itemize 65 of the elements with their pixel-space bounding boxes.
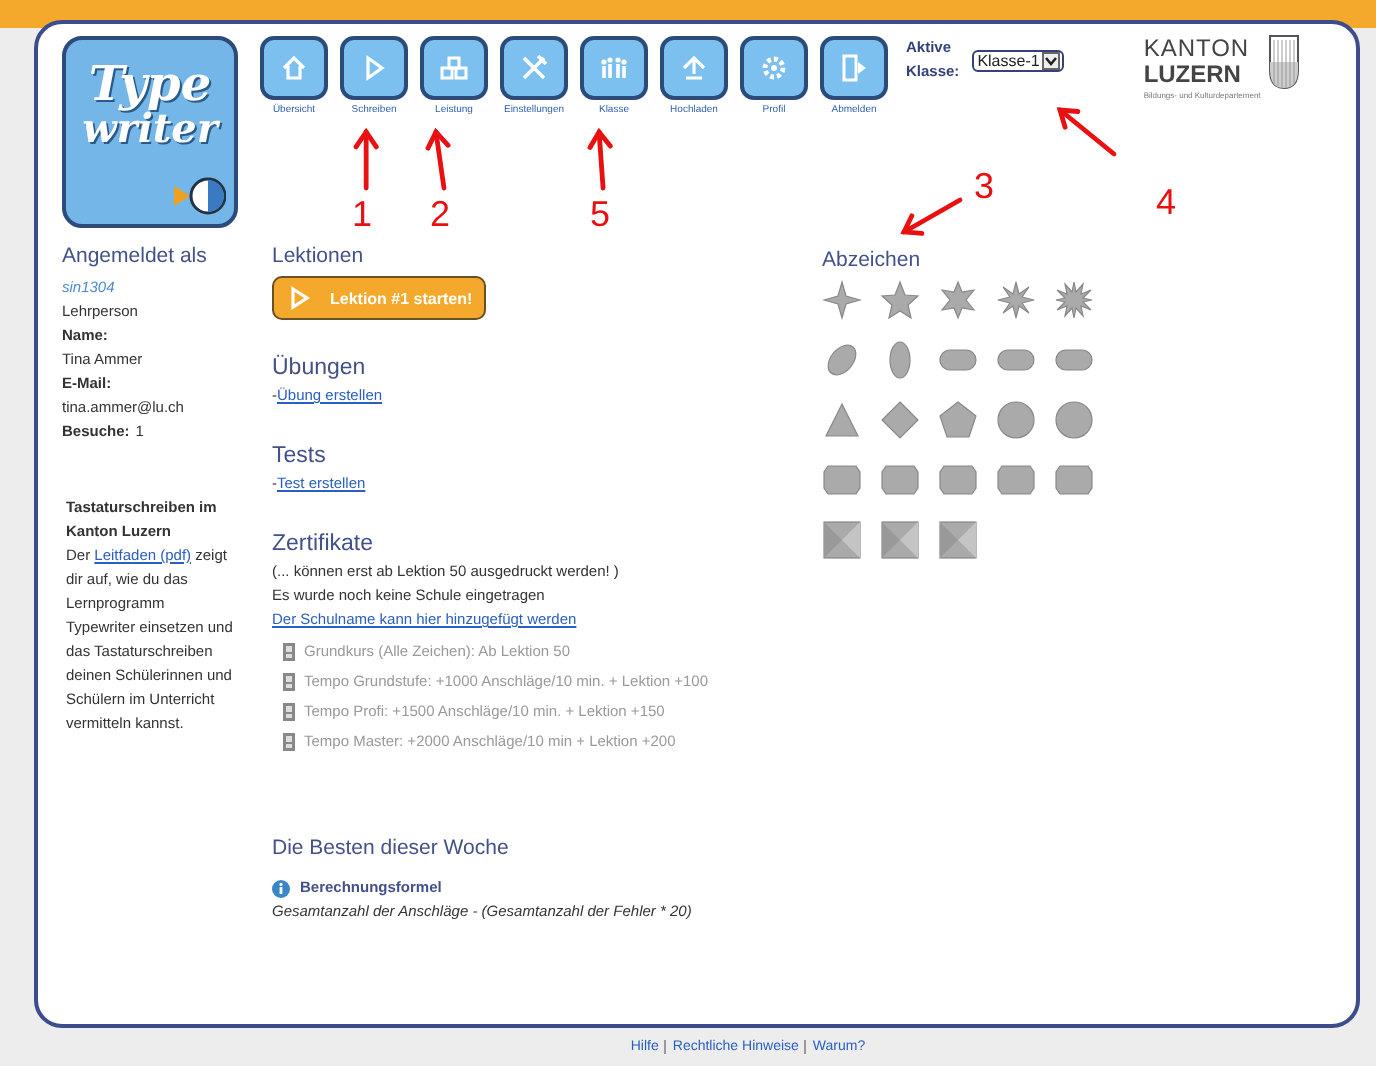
star-icon (880, 280, 920, 320)
section-heading: Übungen (272, 356, 366, 380)
settings-icon (758, 52, 790, 84)
section-heading: Angemeldet als (62, 244, 209, 268)
class-dropdown[interactable]: Klasse-1 (971, 50, 1064, 72)
nav-button[interactable] (340, 36, 408, 100)
blocks-icon (438, 52, 470, 84)
logo-mark-icon (174, 176, 226, 216)
info-icon (272, 879, 290, 897)
annotation-arrow (586, 128, 617, 192)
logo-text: Type (88, 60, 212, 108)
section-heading: Tests (272, 444, 326, 468)
canton-name: LUZERN (1143, 62, 1243, 88)
annotation-number: 5 (590, 196, 611, 232)
star-icon (1054, 280, 1094, 320)
pyramid-icon (880, 520, 920, 560)
people-icon (598, 52, 630, 84)
star-icon (996, 280, 1036, 320)
octagon-icon (822, 460, 862, 500)
octagon-icon (880, 460, 920, 500)
section-heading: Zertifikate (272, 532, 373, 556)
pentagon-icon (938, 400, 978, 440)
certificate-icon (282, 641, 296, 661)
coat-of-arms-icon (1268, 34, 1301, 90)
circle-icon (1054, 400, 1094, 440)
caret-icon (1041, 52, 1060, 70)
annotation-number: 4 (1156, 184, 1177, 220)
tools-icon (518, 52, 550, 84)
canton-name: KANTON (1143, 36, 1252, 62)
annotation-arrow (1056, 106, 1118, 158)
nav-button[interactable] (420, 36, 488, 100)
logo-text: writer (82, 108, 218, 148)
door-icon (838, 52, 870, 84)
pyramid-icon (822, 520, 862, 560)
annotation-arrow (351, 128, 382, 192)
pyramid-icon (938, 520, 978, 560)
star-icon (938, 280, 978, 320)
octagon-icon (996, 460, 1036, 500)
section-heading: Lektionen (272, 244, 364, 268)
annotation-arrow (900, 196, 964, 238)
section-heading: Die Besten dieser Woche (272, 836, 511, 860)
annotation-number: 3 (974, 168, 995, 204)
nav-button[interactable] (260, 36, 328, 100)
triangle-icon (822, 400, 862, 440)
house-icon (278, 52, 310, 84)
octagon-icon (938, 460, 978, 500)
certificate-icon (282, 701, 296, 721)
diamond-icon (880, 400, 920, 440)
nav-button[interactable] (580, 36, 648, 100)
certificate-icon (282, 671, 296, 691)
nav-button[interactable] (820, 36, 888, 100)
certificate-icon (282, 731, 296, 751)
nav-button[interactable] (660, 36, 728, 100)
oval-icon (822, 340, 862, 380)
nav-button[interactable] (500, 36, 568, 100)
octagon-icon (1054, 460, 1094, 500)
nav-button[interactable] (740, 36, 808, 100)
annotation-number: 2 (430, 196, 451, 232)
upload-icon (678, 52, 710, 84)
play-icon (290, 286, 310, 310)
annotation-arrow (424, 128, 455, 192)
annotation-number: 1 (352, 196, 373, 232)
section-heading: Abzeichen (822, 248, 923, 272)
circle-icon (996, 400, 1036, 440)
star-icon (822, 280, 862, 320)
